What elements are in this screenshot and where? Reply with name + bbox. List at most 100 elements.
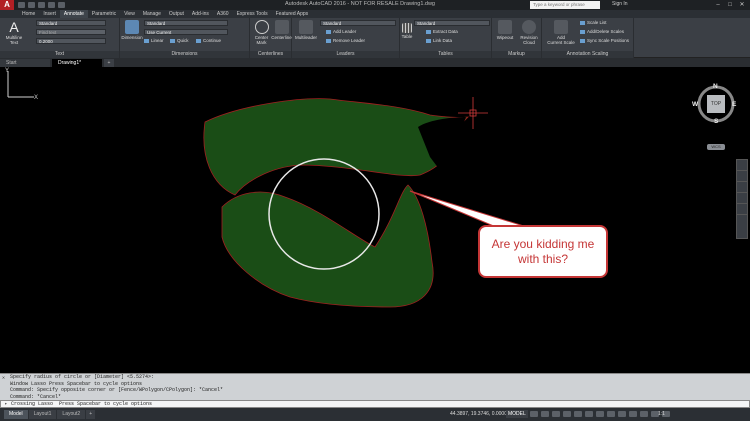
linear-button[interactable]: Linear — [144, 38, 164, 44]
wcs-menu[interactable]: WCS — [707, 144, 725, 150]
ribbon-tab-view[interactable]: View — [120, 10, 139, 18]
annotation-scale[interactable]: 1:1 — [658, 411, 665, 417]
ribbon-tab-add-ins[interactable]: Add-ins — [188, 10, 213, 18]
coordinates-readout[interactable]: 44.3897, 19.3746, 0.0000 — [450, 411, 507, 417]
ribbon-tab-output[interactable]: Output — [165, 10, 188, 18]
dim-layer-select[interactable]: Use Current — [144, 29, 228, 35]
dimension-button[interactable]: Dimension — [120, 20, 144, 40]
annotation-visibility-icon[interactable] — [640, 411, 648, 417]
table-button[interactable]: Table — [400, 20, 414, 39]
doc-tab-drawing1[interactable]: Drawing1* — [52, 59, 102, 67]
centerline-button[interactable]: Centerline — [271, 20, 292, 40]
showmotion-icon[interactable] — [737, 204, 747, 215]
polar-icon[interactable] — [563, 411, 571, 417]
command-input[interactable] — [11, 401, 749, 407]
ribbon-tab-manage[interactable]: Manage — [139, 10, 165, 18]
model-space-toggle[interactable]: MODEL — [506, 410, 528, 418]
ucs-icon[interactable]: Y X — [0, 67, 40, 101]
selection-cycling-icon[interactable] — [618, 411, 626, 417]
link-data-icon — [426, 38, 431, 43]
extract-data-button[interactable]: Extract Data — [426, 29, 458, 35]
ribbon-tab-home[interactable]: Home — [18, 10, 39, 18]
quick-button[interactable]: Quick — [170, 38, 189, 44]
save-icon[interactable] — [38, 2, 45, 8]
pan-icon[interactable] — [737, 171, 747, 182]
osnap-icon[interactable] — [574, 411, 582, 417]
drawing-canvas[interactable]: Are you kidding me with this? N S E W TO… — [0, 67, 750, 373]
ribbon-tab-insert[interactable]: Insert — [39, 10, 60, 18]
new-icon[interactable] — [18, 2, 25, 8]
quick-dim-icon — [170, 38, 175, 43]
ribbon-tab-parametric[interactable]: Parametric — [88, 10, 120, 18]
snap-icon[interactable] — [541, 411, 549, 417]
multileader-button[interactable]: Multileader — [292, 20, 320, 40]
minimize-icon[interactable]: – — [712, 0, 724, 10]
text-height-select[interactable]: 0.2000 — [36, 38, 106, 44]
green-blob-lower[interactable] — [221, 184, 434, 308]
transparency-icon[interactable] — [607, 411, 615, 417]
document-tabs: Start Drawing1* + — [0, 58, 750, 67]
close-history-icon[interactable]: ✕ — [2, 375, 5, 381]
remove-leader-icon — [326, 38, 331, 43]
search-input[interactable] — [530, 1, 600, 9]
open-icon[interactable] — [28, 2, 35, 8]
new-layout-plus-icon[interactable]: + — [86, 410, 96, 419]
layout-tab-layout1[interactable]: Layout1 — [28, 410, 57, 419]
quick-access-toolbar — [18, 2, 65, 8]
dimension-icon — [125, 20, 139, 34]
find-text-input[interactable]: Find text — [36, 29, 106, 35]
ribbon-tabs: Home Insert Annotate Parametric View Manage Ou… — [0, 10, 750, 18]
add-current-scale-button[interactable]: Add Current Scale — [544, 20, 578, 45]
compass-north[interactable]: N — [713, 83, 718, 90]
leader-style-select[interactable]: Standard — [320, 20, 396, 26]
add-leader-button[interactable]: Add Leader — [326, 29, 356, 35]
multiline-text-button[interactable]: A Multiline Text — [3, 20, 25, 45]
ortho-icon[interactable] — [552, 411, 560, 417]
annotation-callout: Are you kidding me with this? — [478, 225, 608, 278]
wipeout-button[interactable]: Wipeout — [494, 20, 516, 40]
application-menu-button[interactable]: A — [0, 0, 14, 10]
layout-tab-model[interactable]: Model — [4, 410, 28, 419]
close-icon[interactable]: ✕ — [736, 0, 748, 10]
maximize-icon[interactable]: □ — [724, 0, 736, 10]
continue-button[interactable]: Continue — [196, 38, 221, 44]
add-delete-scales-button[interactable]: Add/Delete Scales — [580, 29, 624, 35]
ribbon-tab-annotate[interactable]: Annotate — [59, 10, 88, 18]
link-data-button[interactable]: Link Data — [426, 38, 452, 44]
grid-icon[interactable] — [530, 411, 538, 417]
lineweight-icon[interactable] — [596, 411, 604, 417]
zoom-icon[interactable] — [737, 182, 747, 193]
steering-wheel-icon[interactable] — [737, 160, 747, 171]
sync-scale-positions-button[interactable]: Sync Scale Positions — [580, 38, 629, 44]
doc-tab-start[interactable]: Start — [0, 59, 50, 67]
table-style-select[interactable]: Standard — [414, 20, 490, 26]
compass-south[interactable]: S — [714, 118, 718, 125]
viewcube[interactable]: N S E W TOP — [692, 83, 738, 127]
text-a-icon: A — [9, 19, 19, 35]
scale-list-button[interactable]: Scale List — [580, 20, 607, 26]
compass-east[interactable]: E — [732, 101, 736, 108]
undo-icon[interactable] — [48, 2, 55, 8]
viewcube-top-face[interactable]: TOP — [707, 95, 725, 113]
command-prompt-icon[interactable]: ▸ — [1, 401, 11, 407]
remove-leader-button[interactable]: Remove Leader — [326, 38, 365, 44]
new-tab-plus-icon[interactable]: + — [104, 59, 114, 67]
status-toggles — [530, 411, 670, 417]
centerlines-panel-label: Centerlines — [250, 51, 291, 58]
ribbon-tab-a360[interactable]: A360 — [213, 10, 233, 18]
ribbon: A Multiline Text Standard Find text 0.20… — [0, 18, 750, 58]
layout-tab-layout2[interactable]: Layout2 — [57, 410, 86, 419]
ribbon-tab-featured-apps[interactable]: Featured Apps — [272, 10, 313, 18]
sign-in-button[interactable]: Sign In — [612, 1, 628, 7]
3d-osnap-icon[interactable] — [629, 411, 637, 417]
dim-style-select[interactable]: Standard — [144, 20, 228, 26]
text-style-select[interactable]: Standard — [36, 20, 106, 26]
ribbon-tab-express-tools[interactable]: Express Tools — [233, 10, 272, 18]
center-mark-button[interactable]: Center Mark — [252, 20, 271, 45]
orbit-icon[interactable] — [737, 193, 747, 204]
compass-west[interactable]: W — [692, 101, 698, 108]
redo-icon[interactable] — [58, 2, 65, 8]
otrack-icon[interactable] — [585, 411, 593, 417]
navigation-bar[interactable] — [736, 159, 748, 239]
revision-cloud-button[interactable]: Revision Cloud — [517, 20, 541, 45]
